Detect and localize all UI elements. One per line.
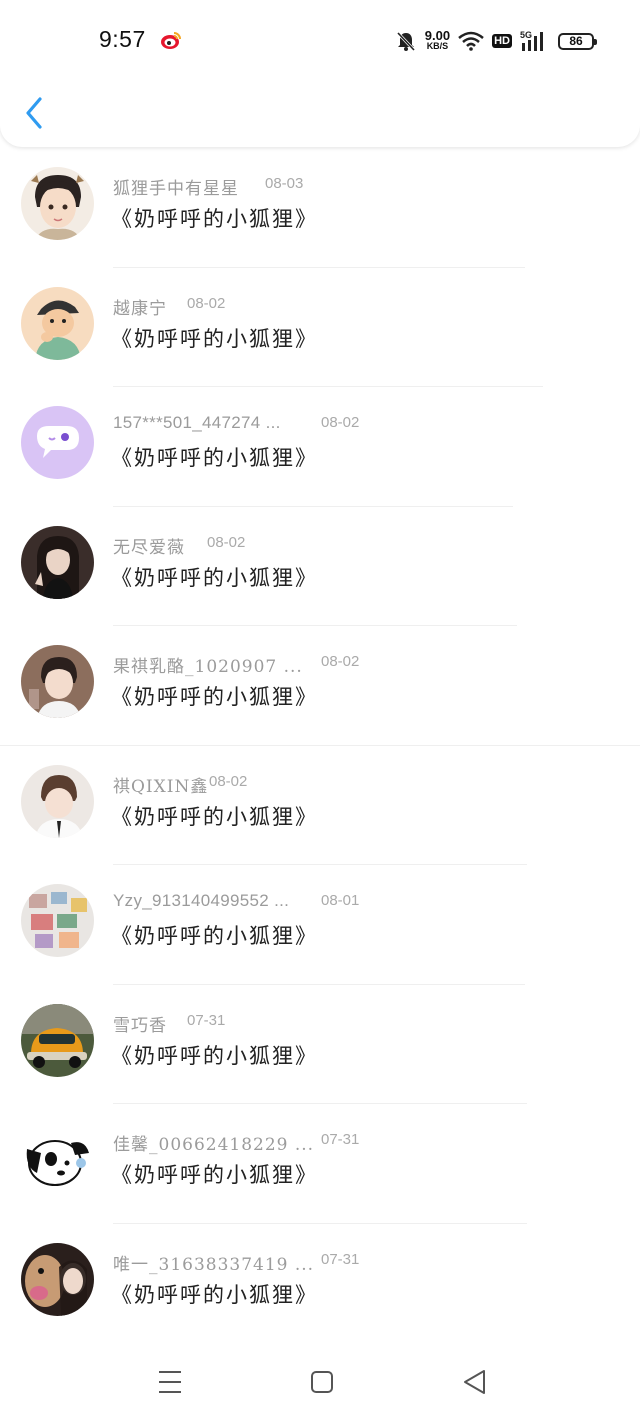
avatar-boy-photo-icon [21,645,94,718]
bell-muted-icon [396,31,415,52]
date: 07-31 [187,1011,226,1029]
avatar-boy-photo-2-icon [21,764,94,838]
avatar-dog-photo-icon [21,1242,94,1316]
user-name: 越康宁 [113,298,167,319]
list-item[interactable]: 雪巧香 07-31 《奶呼呼的小狐狸》 [0,985,640,1104]
date: 08-01 [321,892,360,909]
list-item[interactable]: 狐狸手中有星星 08-03 《奶呼呼的小狐狸》 [0,148,640,268]
book-title[interactable]: 《奶呼呼的小狐狸》 [111,1279,318,1309]
wifi-icon [458,31,484,51]
reader-list: 狐狸手中有星星 08-03 《奶呼呼的小狐狸》 越康宁 08-02 《奶呼呼的小… [0,148,640,1343]
chat-bubble-icon [21,406,94,479]
avatar[interactable] [21,1123,94,1196]
signal-icon: 5G [520,30,543,51]
book-title[interactable]: 《奶呼呼的小狐狸》 [111,203,318,233]
hd-badge: HD [492,34,512,48]
avatar[interactable] [21,406,94,479]
book-title[interactable]: 《奶呼呼的小狐狸》 [111,1040,318,1070]
weibo-icon [161,32,181,49]
date: 08-02 [321,653,360,670]
user-name: Yzy_913140499552 ... [113,891,290,910]
date: 08-02 [209,772,248,790]
avatar[interactable] [21,167,94,240]
user-name: 狐狸手中有星星 [113,179,239,199]
book-title[interactable]: 《奶呼呼的小狐狸》 [111,442,318,472]
avatar[interactable] [21,286,94,360]
avatar[interactable] [21,764,94,838]
avatar-car-icon [21,1003,94,1077]
user-name: 157***501_447274 ... [113,413,281,432]
book-title[interactable]: 《奶呼呼的小狐狸》 [111,1159,318,1189]
list-item[interactable]: Yzy_913140499552 ... 08-01 《奶呼呼的小狐狸》 [0,865,640,985]
status-time: 9:57 [99,26,146,52]
back-triangle-icon[interactable] [460,1367,490,1397]
date: 08-02 [207,533,246,551]
user-name: 唯一_31638337419 ... [113,1254,315,1275]
avatar[interactable] [21,645,94,718]
avatar-cartoon-kid-icon [21,286,94,360]
book-title[interactable]: 《奶呼呼的小狐狸》 [111,562,318,592]
user-name: 无尽爱薇 [113,537,185,558]
list-item[interactable]: 佳馨_00662418229 ... 07-31 《奶呼呼的小狐狸》 [0,1104,640,1224]
battery-indicator: 86 [558,32,597,50]
header: 9:57 9.00 KB/S HD 5G 86 [0,0,640,147]
svg-text:5G: 5G [520,30,532,40]
menu-icon[interactable] [155,1367,185,1397]
net-speed: 9.00 KB/S [424,28,451,51]
user-name: 雪巧香 [113,1015,167,1036]
status-icons: 9.00 KB/S HD 5G 86 [395,27,597,55]
list-item[interactable]: 越康宁 08-02 《奶呼呼的小狐狸》 [0,268,640,387]
list-item[interactable]: 祺QIXIN鑫 08-02 《奶呼呼的小狐狸》 [0,746,640,865]
book-title[interactable]: 《奶呼呼的小狐狸》 [111,920,318,950]
net-speed-value: 9.00 [424,28,451,43]
list-item[interactable]: 唯一_31638337419 ... 07-31 《奶呼呼的小狐狸》 [0,1224,640,1343]
home-icon[interactable] [307,1367,337,1397]
user-name: 果祺乳酪_1020907 ... [113,657,303,677]
avatar[interactable] [21,1242,94,1316]
avatar[interactable] [21,525,94,599]
status-bar: 9:57 9.00 KB/S HD 5G 86 [0,0,640,80]
book-title[interactable]: 《奶呼呼的小狐狸》 [111,323,318,353]
avatar-girl-photo-icon [21,525,94,599]
book-title[interactable]: 《奶呼呼的小狐狸》 [111,681,318,711]
avatar-boy-cartoon-icon [21,167,94,240]
avatar-collage-icon [21,884,94,957]
list-item[interactable]: 果祺乳酪_1020907 ... 08-02 《奶呼呼的小狐狸》 [0,626,640,746]
net-speed-unit: KB/S [426,41,449,51]
list-item[interactable]: 无尽爱薇 08-02 《奶呼呼的小狐狸》 [0,507,640,626]
list-item[interactable]: 157***501_447274 ... 08-02 《奶呼呼的小狐狸》 [0,387,640,507]
avatar-dog-cartoon-icon [21,1123,94,1196]
date: 07-31 [321,1250,360,1268]
back-button[interactable] [22,95,50,131]
user-name: 佳馨_00662418229 ... [113,1135,315,1155]
user-name: 祺QIXIN鑫 [113,776,209,797]
avatar[interactable] [21,1003,94,1077]
date: 07-31 [321,1131,360,1148]
date: 08-02 [187,294,226,312]
avatar[interactable] [21,884,94,957]
date: 08-02 [321,414,360,431]
date: 08-03 [265,175,304,192]
system-nav-bar [0,1340,640,1422]
book-title[interactable]: 《奶呼呼的小狐狸》 [111,801,318,831]
